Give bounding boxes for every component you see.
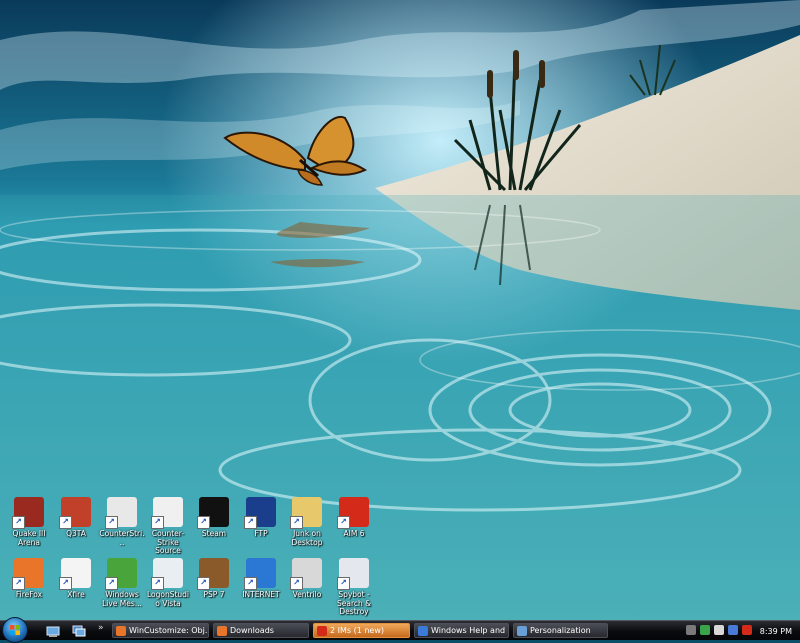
shortcut-arrow-icon: ↗	[12, 577, 25, 590]
shortcut-arrow-icon: ↗	[12, 516, 25, 529]
shortcut-arrow-icon: ↗	[244, 577, 257, 590]
taskbar-button-label: Personalization	[530, 626, 591, 635]
shortcut-arrow-icon: ↗	[197, 516, 210, 529]
taskbar-button-label: 2 IMs (1 new)	[330, 626, 385, 635]
taskbar-button[interactable]: Downloads	[213, 623, 309, 638]
desktop-icon-label: Spybot - Search & Destroy	[337, 590, 371, 616]
desktop-icon-label: Junk on Desktop	[291, 529, 323, 547]
q3ta-icon: ↗	[59, 497, 91, 529]
desktop-icon[interactable]: ↗ PSP 7	[191, 558, 237, 600]
logonstudio-icon: ↗	[151, 558, 183, 590]
windows-logo-icon	[10, 625, 20, 635]
desktop-icon[interactable]: ↗ FireFox	[6, 558, 52, 600]
aim-icon: ↗	[337, 497, 369, 529]
taskbar-button[interactable]: Personalization	[513, 623, 608, 638]
security-shield-icon[interactable]	[728, 625, 738, 635]
spybot-icon: ↗	[337, 558, 369, 590]
shortcut-arrow-icon: ↗	[244, 516, 257, 529]
shortcut-arrow-icon: ↗	[337, 516, 350, 529]
control-panel-icon	[517, 626, 527, 636]
desktop-icon-label: Steam	[201, 529, 227, 538]
taskbar-button[interactable]: WinCustomize: Obj...	[112, 623, 209, 638]
desktop-icon[interactable]: ↗ INTERNET	[238, 558, 284, 600]
shortcut-arrow-icon: ↗	[105, 577, 118, 590]
shortcut-arrow-icon: ↗	[105, 516, 118, 529]
desktop-icon-area: ↗ Quake III Arena ↗ Q3TA ↗ CounterStri... ↗ Cou…	[0, 0, 800, 620]
taskbar-button-label: Windows Help and ...	[431, 626, 509, 635]
desktop-icon-label: Quake III Arena	[12, 529, 46, 547]
aim-tray-icon[interactable]	[742, 625, 752, 635]
counterstrike-icon: ↗	[105, 497, 137, 529]
desktop-icon-label: INTERNET	[242, 590, 280, 599]
quicklaunch-show-desktop-icon[interactable]	[46, 623, 60, 637]
full-tilt-poker-icon: ↗	[244, 497, 276, 529]
shortcut-arrow-icon: ↗	[151, 577, 164, 590]
taskbar: » WinCustomize: Obj... Downloads 2 IMs (1 …	[0, 617, 800, 643]
desktop-icon[interactable]: ↗ LogonStudio Vista	[145, 558, 191, 608]
quicklaunch-more-chevron[interactable]: »	[98, 623, 104, 633]
taskbar-button[interactable]: 2 IMs (1 new)	[313, 623, 410, 638]
volume-icon[interactable]	[714, 625, 724, 635]
shortcut-arrow-icon: ↗	[151, 516, 164, 529]
chevron-up-icon[interactable]	[686, 625, 696, 635]
shortcut-arrow-icon: ↗	[59, 516, 72, 529]
firefox-icon: ↗	[12, 558, 44, 590]
shortcut-arrow-icon: ↗	[290, 577, 303, 590]
desktop-icon[interactable]: ↗ Windows Live Mes...	[99, 558, 145, 608]
desktop-icon[interactable]: ↗ Steam	[191, 497, 237, 539]
desktop-icon-label: FTP	[254, 529, 268, 538]
system-tray: 8:39 PM	[680, 623, 798, 638]
shortcut-arrow-icon: ↗	[337, 577, 350, 590]
quicklaunch-switch-windows-icon[interactable]	[72, 623, 86, 637]
shortcut-arrow-icon: ↗	[197, 577, 210, 590]
taskbar-button-label: WinCustomize: Obj...	[129, 626, 209, 635]
desktop-icon-label: Q3TA	[66, 529, 86, 538]
desktop-icon[interactable]: ↗ FTP	[238, 497, 284, 539]
desktop-icon-label: Windows Live Mes...	[102, 590, 142, 608]
desktop-icon-label: AIM 6	[343, 529, 365, 538]
desktop-icon[interactable]: ↗ Xfire	[53, 558, 99, 600]
quake-icon: ↗	[12, 497, 44, 529]
desktop-icon-label: PSP 7	[203, 590, 225, 599]
taskbar-button-label: Downloads	[230, 626, 274, 635]
shortcut-arrow-icon: ↗	[290, 516, 303, 529]
desktop-icon-label: FireFox	[15, 590, 43, 599]
desktop-icon-label: CounterStri...	[99, 529, 145, 547]
desktop-icon[interactable]: ↗ Ventrilo	[284, 558, 330, 600]
desktop-icon-label: Xfire	[67, 590, 85, 599]
folder-icon: ↗	[290, 497, 322, 529]
desktop-icon[interactable]: ↗ CounterStri...	[99, 497, 145, 547]
taskbar-button[interactable]: Windows Help and ...	[414, 623, 509, 638]
clock[interactable]: 8:39 PM	[760, 627, 792, 636]
ventrilo-icon: ↗	[290, 558, 322, 590]
network-icon[interactable]	[700, 625, 710, 635]
desktop-icon[interactable]: ↗ Junk on Desktop	[284, 497, 330, 547]
windows-live-messenger-icon: ↗	[105, 558, 137, 590]
desktop-icon[interactable]: ↗ Quake III Arena	[6, 497, 52, 547]
firefox-icon	[217, 626, 227, 636]
desktop-icon[interactable]: ↗ Spybot - Search & Destroy	[331, 558, 377, 617]
desktop-icon[interactable]: ↗ AIM 6	[331, 497, 377, 539]
start-button[interactable]	[2, 617, 28, 643]
internet-explorer-icon: ↗	[244, 558, 276, 590]
counterstrike-source-icon: ↗	[151, 497, 183, 529]
steam-icon: ↗	[197, 497, 229, 529]
aim-icon	[317, 626, 327, 636]
desktop-icon-label: Ventrilo	[292, 590, 322, 599]
desktop-icon-label: Counter-Strike Source	[151, 529, 185, 555]
desktop-icon[interactable]: ↗ Q3TA	[53, 497, 99, 539]
help-icon	[418, 626, 428, 636]
firefox-icon	[116, 626, 126, 636]
shortcut-arrow-icon: ↗	[59, 577, 72, 590]
xfire-icon: ↗	[59, 558, 91, 590]
desktop-icon[interactable]: ↗ Counter-Strike Source	[145, 497, 191, 556]
desktop-icon-label: LogonStudio Vista	[146, 590, 190, 608]
psp-icon: ↗	[197, 558, 229, 590]
